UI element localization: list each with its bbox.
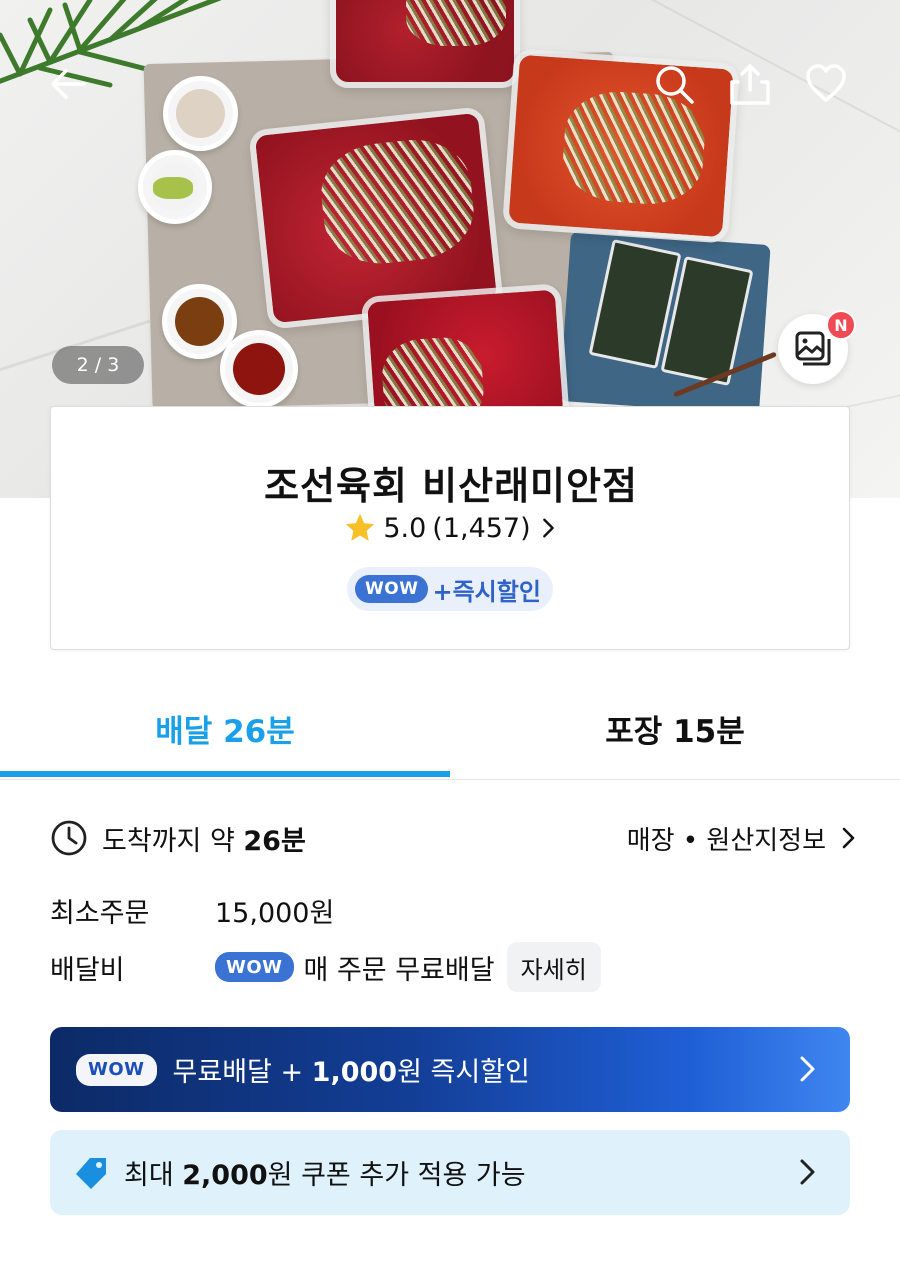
back-arrow-icon[interactable] [44, 60, 92, 108]
clock-icon [50, 819, 88, 857]
share-icon[interactable] [726, 60, 774, 108]
heart-icon[interactable] [802, 60, 850, 108]
coupon-prefix: 최대 [124, 1160, 183, 1191]
chili-sauce-bowl [220, 330, 298, 408]
tab-pickup[interactable]: 포장 15분 [450, 680, 900, 776]
wow-badge: WOW [215, 952, 294, 982]
coupon-banner[interactable]: 최대 2,000원 쿠폰 추가 적용 가능 [50, 1130, 850, 1215]
coupon-tag-icon [50, 1154, 110, 1192]
wow-promo-suffix: 원 즉시할인 [397, 1057, 530, 1088]
wow-promo-prefix: 무료배달 + [172, 1057, 312, 1088]
rating-link[interactable]: 5.0 (1,457) [51, 511, 851, 545]
chevron-right-icon [792, 1157, 822, 1187]
delivery-fee-label: 배달비 [50, 954, 125, 986]
chevron-right-icon [537, 517, 559, 539]
eta-text: 도착까지 약 26분 [102, 819, 306, 858]
spicy-yukhoe-tray [501, 48, 741, 244]
coupon-amount: 2,000 [182, 1160, 268, 1191]
tab-delivery[interactable]: 배달 26분 [0, 680, 450, 776]
delivery-fee-value: 매 주문 무료배달 [303, 954, 495, 986]
min-order-label: 최소주문 [50, 897, 150, 929]
wow-promo-banner[interactable]: WOW 무료배달 + 1,000원 즉시할인 [50, 1027, 850, 1112]
wow-benefit-text: +즉시할인 [432, 577, 541, 606]
wow-discount-pill: WOW +즉시할인 [347, 567, 553, 611]
review-count: (1,457) [432, 512, 531, 544]
min-order-value: 15,000원 [215, 897, 335, 929]
store-name: 조선육회 비산래미안점 [264, 464, 638, 508]
image-counter: 2 / 3 [52, 346, 144, 384]
yukhoe-tray [330, 0, 520, 88]
store-origin-info-label: 매장 • 원산지정보 [626, 825, 826, 856]
star-icon [343, 511, 377, 545]
eta-row: 도착까지 약 26분 매장 • 원산지정보 [50, 816, 860, 860]
chevron-right-icon [842, 827, 855, 849]
eta-value: 26분 [243, 825, 306, 857]
wow-badge: WOW [76, 1053, 157, 1086]
active-tab-indicator [0, 771, 450, 777]
delivery-fee-row: 배달비 WOW 매 주문 무료배달 자세히 [50, 942, 850, 992]
new-badge: N [826, 310, 856, 340]
wow-promo-text: 무료배달 + 1,000원 즉시할인 [173, 1050, 530, 1089]
fee-detail-button[interactable]: 자세히 [506, 942, 601, 992]
wasabi-bowl [138, 150, 212, 224]
store-info-card: 조선육회 비산래미안점 5.0 (1,457) WOW +즉시할인 [50, 406, 850, 650]
store-origin-info-link[interactable]: 매장 • 원산지정보 [627, 816, 860, 860]
photo-gallery-icon [795, 331, 831, 366]
search-icon[interactable] [650, 60, 698, 108]
coupon-suffix: 원 쿠폰 추가 적용 가능 [267, 1160, 526, 1191]
sesame-sauce-bowl [163, 76, 238, 151]
rating-value: 5.0 [383, 512, 427, 544]
coupon-text: 최대 2,000원 쿠폰 추가 적용 가능 [124, 1153, 526, 1192]
eta-prefix: 도착까지 약 [102, 825, 244, 857]
wow-badge: WOW [355, 575, 429, 603]
chevron-right-icon [792, 1054, 822, 1084]
order-type-tabs: 배달 26분 포장 15분 [0, 680, 900, 780]
min-order-row: 최소주문 15,000원 [50, 888, 850, 932]
wow-promo-amount: 1,000 [311, 1057, 398, 1088]
